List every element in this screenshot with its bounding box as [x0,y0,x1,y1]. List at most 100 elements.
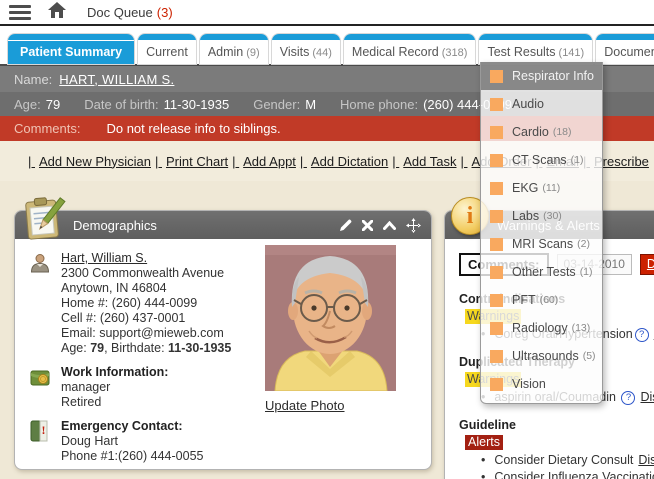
panel-title: Demographics [73,218,157,233]
dismiss-link[interactable]: Dismiss [640,390,654,404]
add-appt-link[interactable]: Add Appt [228,154,296,169]
svg-text:!: ! [42,423,46,437]
person-icon [29,251,61,356]
top-bar: Doc Queue (3) [0,0,654,26]
tab-count: (318) [442,47,468,59]
add-new-physician-link[interactable]: Add New Physician [24,154,151,169]
help-icon[interactable]: ? [621,391,635,405]
edit-pencil-icon[interactable] [339,219,352,232]
add-dictation-link[interactable]: Add Dictation [296,154,388,169]
tab-patient-summary[interactable]: Patient Summary [8,34,134,64]
dropdown-item-audio[interactable]: Audio [481,90,602,118]
patient-name-link[interactable]: HART, WILLIAM S. [59,72,174,87]
tab-label: Patient Summary [20,45,122,59]
name-label: Name: [14,72,52,87]
doc-queue-link[interactable]: Doc Queue [87,5,153,20]
dropdown-item-radiology[interactable]: Radiology(13) [481,314,602,342]
category-square-icon [490,98,503,111]
age-birthdate-line: Age: 79, Birthdate: 11-30-1935 [61,341,231,355]
dropdown-item-respirator-info[interactable]: Respirator Info [481,62,602,90]
category-square-icon [490,378,503,391]
dropdown-item-ultrasounds[interactable]: Ultrasounds(5) [481,342,602,370]
work-occupation: manager [61,380,110,394]
patient-photo [265,245,396,391]
cell-phone: Cell #: (260) 437-0001 [61,311,185,325]
dropdown-item-cardio[interactable]: Cardio(18) [481,118,602,146]
print-chart-link[interactable]: Print Chart [151,154,228,169]
patient-contact-block: Hart, William S. 2300 Commonwealth Avenu… [29,251,264,356]
app-window: Doc Queue (3) Patient Summary Current Ad… [0,0,654,479]
home-icon[interactable] [47,1,67,24]
tab-medical-record[interactable]: Medical Record(318) [344,34,476,64]
category-square-icon [490,294,503,307]
category-square-icon [490,238,503,251]
dropdown-item-mri-scans[interactable]: MRI Scans(2) [481,230,602,258]
comments-label: Comments: [14,121,80,136]
dropdown-item-vision[interactable]: Vision [481,370,602,398]
tab-label: Current [146,45,188,59]
work-title: Work Information: [61,365,168,379]
demographics-header: Demographics [15,211,431,239]
dropdown-item-labs[interactable]: Labs(30) [481,202,602,230]
emergency-contact-block: ! Emergency Contact: Doug Hart Phone #1:… [29,419,264,464]
tab-label: Documents [604,45,654,59]
hamburger-menu-icon[interactable] [9,5,31,20]
close-icon[interactable] [362,220,373,231]
tab-label: Medical Record [352,45,439,59]
category-square-icon [490,322,503,335]
guideline-section: Guideline Alerts Consider Dietary Consul… [459,418,654,479]
dob-field: Date of birth:11-30-1935 [84,97,229,112]
category-square-icon [490,126,503,139]
tab-documents[interactable]: Documents [596,34,654,64]
emergency-title: Emergency Contact: [61,419,183,433]
category-square-icon [490,154,503,167]
category-square-icon [490,210,503,223]
doc-queue-count: (3) [157,5,173,20]
tab-count: (141) [559,47,585,59]
address-line2: Anytown, IN 46804 [61,281,167,295]
chart-tab-bar: Patient Summary Current Admin(9) Visits(… [0,26,654,66]
dropdown-item-pft[interactable]: PFT(60) [481,286,602,314]
move-handle-icon[interactable] [406,218,421,233]
tab-current[interactable]: Current [138,34,196,64]
tab-label: Test Results [487,45,555,59]
demographics-patient-name-link[interactable]: Hart, William S. [61,251,147,265]
emergency-name: Doug Hart [61,434,118,448]
tab-label: Admin [208,45,243,59]
email: Email: support@mieweb.com [61,326,224,340]
dismiss-link[interactable]: Dismiss [638,453,654,467]
comments-text: Do not release info to siblings. [106,121,280,136]
category-square-icon [490,350,503,363]
update-photo-link[interactable]: Update Photo [265,398,345,413]
dropdown-item-ekg[interactable]: EKG(11) [481,174,602,202]
gender-field: Gender:M [253,97,316,112]
work-status: Retired [61,395,101,409]
guideline-item: Consider Influenza VaccinationDismiss [481,470,654,479]
collapse-chevron-icon[interactable] [383,221,396,230]
comments-alert-badge: Do not release info to siblings. [640,254,654,275]
add-task-link[interactable]: Add Task [388,154,456,169]
home-phone: Home #: (260) 444-0099 [61,296,197,310]
emergency-phone: Phone #1:(260) 444-0055 [61,449,203,463]
emergency-book-icon: ! [29,419,61,464]
age-field: Age:79 [14,97,60,112]
tab-count: (44) [312,47,332,59]
tab-visits[interactable]: Visits(44) [272,34,340,64]
demographics-panel: Demographics Hart, William S. 2300 Commo… [14,210,432,470]
help-icon[interactable]: ? [635,328,649,342]
test-results-dropdown: Respirator Info Audio Cardio(18) CT Scan… [480,62,603,404]
alerts-tag: Alerts [465,435,503,450]
tab-test-results[interactable]: Test Results (141) [479,34,592,64]
tab-label: Visits [280,45,310,59]
briefcase-icon [29,365,61,410]
address-line1: 2300 Commonwealth Avenue [61,266,224,280]
category-square-icon [490,182,503,195]
guideline-item: Consider Dietary ConsultDismiss [481,453,654,468]
category-square-icon [490,70,503,83]
clipboard-icon [19,195,67,243]
category-square-icon [490,266,503,279]
tab-count: (9) [246,47,259,59]
tab-admin[interactable]: Admin(9) [200,34,268,64]
dropdown-item-ct-scans[interactable]: CT Scans(1) [481,146,602,174]
dropdown-item-other-tests[interactable]: Other Tests(1) [481,258,602,286]
